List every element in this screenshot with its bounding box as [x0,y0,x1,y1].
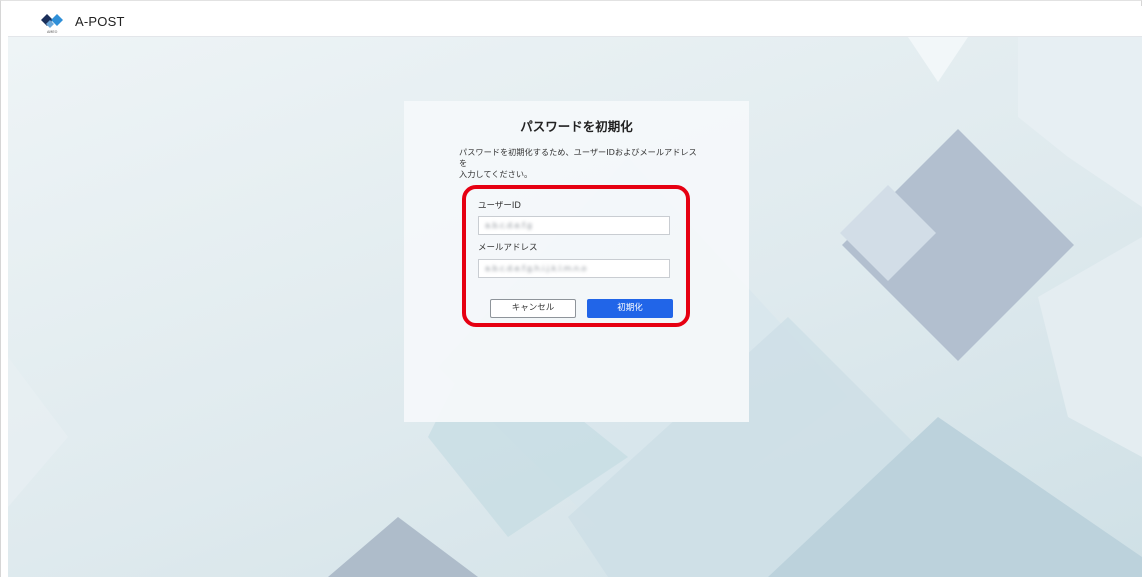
email-label: メールアドレス [478,243,538,253]
instruction-line-2: 入力してください。 [459,169,533,179]
app-name: A-POST [75,14,125,29]
cancel-button[interactable]: キャンセル [490,299,576,318]
page-title: パスワードを初期化 [520,119,633,134]
user-id-label: ユーザーID [478,201,521,211]
reset-button[interactable]: 初期化 [587,299,673,318]
user-id-value: a.b.c.d.e.f.g [485,221,532,230]
email-field[interactable]: a.b.c.d.e.f.g.h.i.j.k.l.m.n.o [478,259,670,278]
email-value: a.b.c.d.e.f.g.h.i.j.k.l.m.n.o [485,264,587,273]
app-header: AMEO A-POST [8,6,1142,37]
instruction-text: パスワードを初期化するため、ユーザーIDおよびメールアドレスを 入力してください… [459,147,699,180]
reset-password-card: パスワードを初期化 パスワードを初期化するため、ユーザーIDおよびメールアドレス… [404,101,749,422]
user-id-field[interactable]: a.b.c.d.e.f.g [478,216,670,235]
logo-sublabel: AMEO [47,30,58,34]
a-post-diamond-logo-icon[interactable]: AMEO [38,10,68,34]
instruction-line-1: パスワードを初期化するため、ユーザーIDおよびメールアドレスを [459,147,697,168]
